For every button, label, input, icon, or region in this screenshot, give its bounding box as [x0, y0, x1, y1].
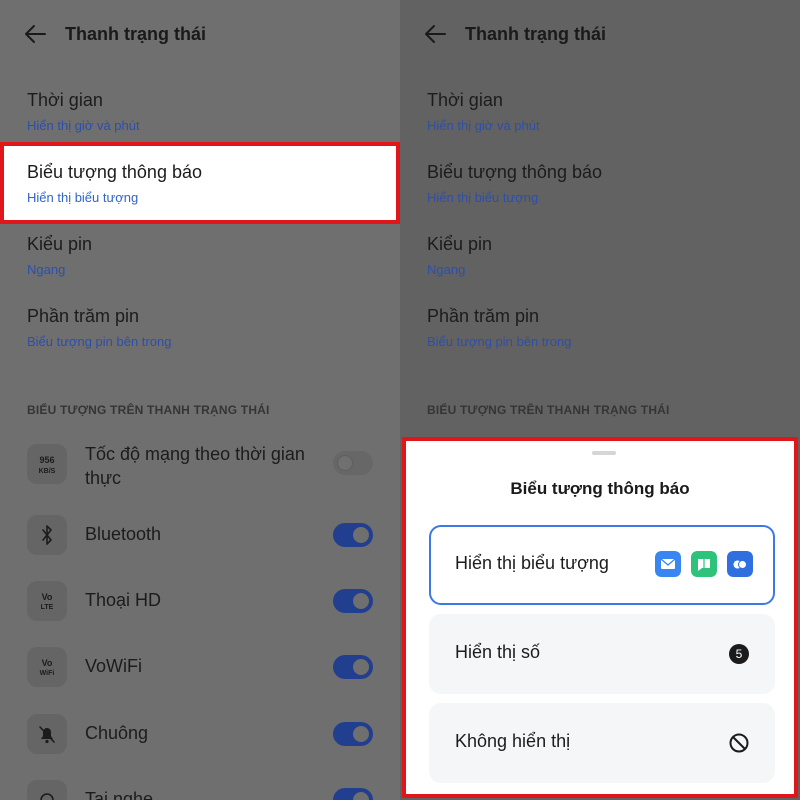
icon-text-top: Vo [41, 658, 53, 668]
option-show-icons[interactable]: Hiển thị biểu tượng [429, 525, 775, 605]
row-ringer[interactable]: Chuông [0, 701, 400, 767]
chat-app-icon [727, 551, 753, 577]
setting-label: Thời gian [427, 90, 503, 110]
setting-value: Hiển thị biểu tượng [27, 190, 139, 205]
left-screen: Thanh trạng thái Thời gian Hiển thị giờ … [0, 0, 400, 800]
toggle-hd-voice[interactable] [333, 589, 373, 613]
setting-value: Ngang [427, 262, 466, 277]
setting-battery-style[interactable]: Kiểu pin Ngang [400, 222, 800, 294]
notification-icons-sheet: Biểu tượng thông báo Hiển thị biểu tượng… [402, 437, 798, 798]
sheet-title: Biểu tượng thông báo [510, 479, 690, 498]
network-speed-icon: 956 KB/S [27, 444, 67, 484]
row-label-line1: Tốc độ mạng theo thời gian [85, 444, 305, 464]
setting-value: Hiển thị giờ và phút [427, 118, 540, 133]
toggle-network-speed[interactable] [333, 451, 373, 475]
toggle-knob [353, 527, 369, 543]
setting-time[interactable]: Thời gian Hiển thị giờ và phút [400, 78, 800, 150]
toggle-knob [353, 659, 369, 675]
bluetooth-icon [27, 515, 67, 555]
toggle-ringer[interactable] [333, 722, 373, 746]
row-headphone[interactable]: Tai nghe [0, 767, 400, 800]
option-label: Hiển thị biểu tượng [455, 553, 609, 573]
row-label-line2: thực [85, 468, 122, 488]
toggle-vowifi[interactable] [333, 655, 373, 679]
bell-muted-icon [27, 714, 67, 754]
setting-value: Biểu tượng pin bên trong [427, 334, 572, 349]
row-label: Chuông [85, 723, 149, 743]
setting-label: Biểu tượng thông báo [427, 162, 602, 182]
row-bluetooth[interactable]: Bluetooth [0, 502, 400, 568]
section-header: BIỂU TƯỢNG TRÊN THANH TRẠNG THÁI [427, 403, 670, 417]
icon-text-bottom: WiFi [39, 670, 55, 677]
back-arrow-icon[interactable] [424, 24, 446, 44]
mail-app-icon [655, 551, 681, 577]
toggle-bluetooth[interactable] [333, 523, 373, 547]
setting-label: Thời gian [27, 90, 103, 110]
toggle-knob [337, 455, 353, 471]
setting-value: Ngang [27, 262, 66, 277]
back-arrow-icon[interactable] [24, 24, 46, 44]
setting-notification-icons[interactable]: Biểu tượng thông báo Hiển thị biểu tượng [0, 142, 400, 224]
row-vowifi[interactable]: Vo WiFi VoWiFi [0, 634, 400, 700]
row-network-speed[interactable]: 956 KB/S Tốc độ mạng theo thời gian thực [0, 434, 400, 504]
number-badge: 5 [729, 644, 749, 664]
right-screen: Thanh trạng thái Thời gian Hiển thị giờ … [400, 0, 800, 800]
volte-icon: Vo LTE [27, 581, 67, 621]
row-label: Thoại HD [85, 590, 162, 610]
setting-time[interactable]: Thời gian Hiển thị giờ và phút [0, 78, 400, 150]
setting-value: Biểu tượng pin bên trong [27, 334, 172, 349]
setting-label: Phần trăm pin [27, 306, 140, 326]
setting-label: Phần trăm pin [427, 306, 540, 326]
setting-value: Hiển thị giờ và phút [27, 118, 140, 133]
prohibited-icon [729, 733, 749, 753]
row-label: Tốc độ mạng theo thời gian thực [85, 442, 305, 490]
page-title: Thanh trạng thái [65, 24, 206, 44]
setting-label: Biểu tượng thông báo [27, 162, 202, 182]
row-label: VoWiFi [85, 656, 143, 676]
setting-label: Kiểu pin [427, 234, 493, 254]
top-bar: Thanh trạng thái [400, 0, 800, 68]
icon-text-top: Vo [41, 592, 53, 602]
section-header: BIỂU TƯỢNG TRÊN THANH TRẠNG THÁI [27, 403, 270, 417]
option-show-number[interactable]: Hiển thị số 5 [429, 614, 775, 694]
option-label: Hiển thị số [455, 642, 541, 662]
toggle-knob [353, 593, 369, 609]
icon-text-top: 956 [39, 455, 55, 465]
row-label: Tai nghe [85, 789, 154, 800]
setting-label: Kiểu pin [27, 234, 93, 254]
setting-notification-icons[interactable]: Biểu tượng thông báo Hiển thị biểu tượng [400, 150, 800, 222]
option-label: Không hiển thị [455, 731, 571, 751]
top-bar: Thanh trạng thái [0, 0, 400, 68]
row-label: Bluetooth [85, 524, 162, 544]
messages-app-icon [691, 551, 717, 577]
row-hd-voice[interactable]: Vo LTE Thoại HD [0, 568, 400, 634]
setting-battery-percent[interactable]: Phần trăm pin Biểu tượng pin bên trong [400, 294, 800, 366]
vowifi-icon: Vo WiFi [27, 647, 67, 687]
toggle-knob [353, 792, 369, 800]
toggle-headphone[interactable] [333, 788, 373, 800]
icon-text-bottom: KB/S [38, 468, 56, 475]
setting-battery-percent[interactable]: Phần trăm pin Biểu tượng pin bên trong [0, 294, 400, 366]
option-hide[interactable]: Không hiển thị [429, 703, 775, 783]
setting-battery-style[interactable]: Kiểu pin Ngang [0, 222, 400, 294]
sheet-grab-handle[interactable] [592, 451, 616, 455]
setting-value: Hiển thị biểu tượng [427, 190, 539, 205]
headphone-icon [27, 780, 67, 800]
toggle-knob [353, 726, 369, 742]
icon-text-bottom: LTE [40, 604, 54, 611]
page-title: Thanh trạng thái [465, 24, 606, 44]
